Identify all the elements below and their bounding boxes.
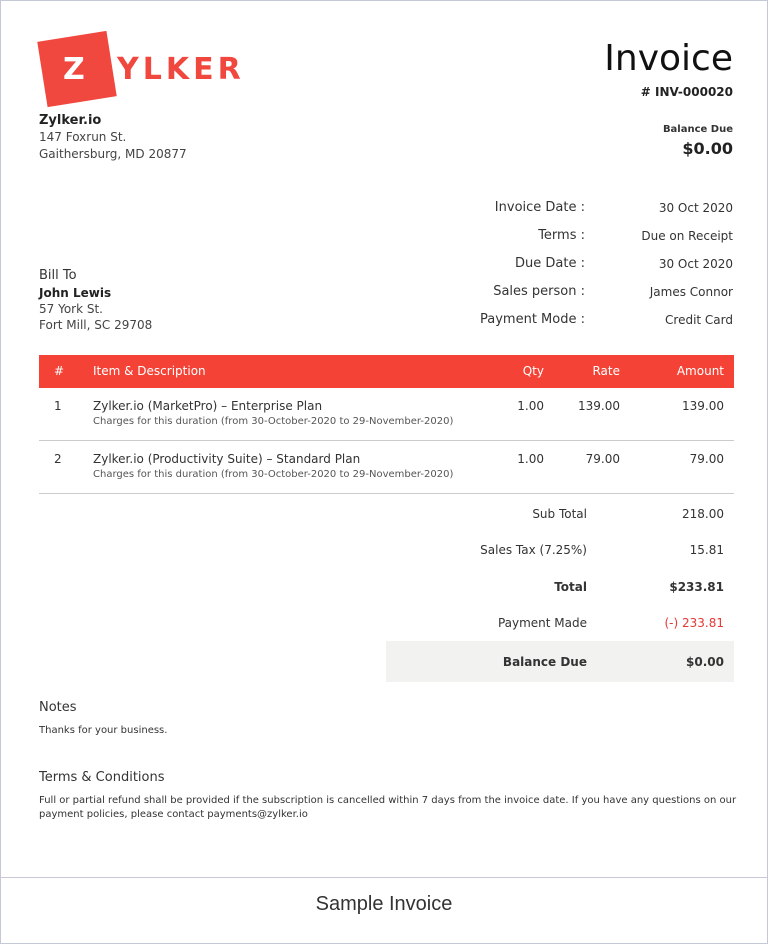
header-item: Item & Description [93, 364, 206, 378]
payment-made-value: (-) 233.81 [664, 616, 725, 630]
meta-label: Terms : [538, 228, 585, 243]
terms-label: Terms & Conditions [39, 770, 165, 785]
meta-value: Credit Card [665, 313, 733, 327]
notes-label: Notes [39, 700, 77, 715]
row-rate: 79.00 [585, 452, 620, 466]
meta-value: James Connor [649, 285, 733, 299]
company-address1: 147 Foxrun St. [39, 130, 127, 144]
terms-line1: Full or partial refund shall be provided… [39, 795, 737, 806]
meta-value: 30 Oct 2020 [658, 257, 733, 271]
balance-label: Balance Due [502, 655, 587, 669]
row-num: 1 [54, 399, 62, 413]
invoice-title: Invoice [604, 38, 733, 79]
table-row: 1 Zylker.io (MarketPro) – Enterprise Pla… [39, 389, 734, 441]
bill-to-address1: 57 York St. [39, 302, 103, 316]
header-rate: Rate [592, 364, 620, 378]
row-amount: 139.00 [682, 399, 724, 413]
payment-made-label: Payment Made [497, 616, 587, 630]
bill-to-address2: Fort Mill, SC 29708 [39, 318, 153, 332]
meta-label: Sales person : [493, 284, 585, 299]
row-qty: 1.00 [517, 452, 544, 466]
sub-total-value: 218.00 [682, 507, 724, 521]
row-desc: Charges for this duration (from 30-Octob… [93, 469, 454, 480]
sub-total-label: Sub Total [532, 507, 587, 521]
row-desc: Charges for this duration (from 30-Octob… [93, 416, 454, 427]
invoice-number: # INV-000020 [640, 85, 733, 99]
tax-label: Sales Tax (7.25%) [480, 543, 587, 557]
header-num: # [54, 364, 65, 378]
meta-label: Payment Mode : [480, 312, 585, 327]
row-item: Zylker.io (MarketPro) – Enterprise Plan [93, 399, 323, 413]
header-qty: Qty [522, 364, 544, 378]
row-amount: 79.00 [689, 452, 724, 466]
meta-label: Due Date : [515, 256, 585, 271]
header-amount: Amount [676, 364, 724, 378]
bill-to-name: John Lewis [39, 286, 112, 300]
row-rate: 139.00 [578, 399, 620, 413]
total-value: $233.81 [669, 580, 724, 594]
row-qty: 1.00 [517, 399, 544, 413]
total-label: Total [554, 580, 587, 594]
row-num: 2 [54, 452, 62, 466]
meta-value: Due on Receipt [641, 229, 733, 243]
meta-value: 30 Oct 2020 [658, 201, 733, 215]
notes-text: Thanks for your business. [39, 725, 168, 736]
tax-value: 15.81 [689, 543, 724, 557]
balance-value: $0.00 [686, 655, 724, 669]
meta-label: Invoice Date : [494, 200, 585, 215]
table-row: 2 Zylker.io (Productivity Suite) – Stand… [39, 442, 734, 494]
row-item: Zylker.io (Productivity Suite) – Standar… [93, 452, 361, 466]
table-header: # Item & Description Qty Rate Amount [39, 355, 734, 388]
balance-due-label: Balance Due [662, 124, 733, 135]
company-address2: Gaithersburg, MD 20877 [39, 147, 187, 161]
terms-line2: payment policies, please contact payment… [39, 809, 308, 820]
footer-caption: Sample Invoice [1, 877, 767, 943]
bill-to-label: Bill To [39, 268, 77, 283]
balance-due-amount: $0.00 [682, 139, 733, 158]
company-name: Zylker.io [39, 113, 102, 128]
